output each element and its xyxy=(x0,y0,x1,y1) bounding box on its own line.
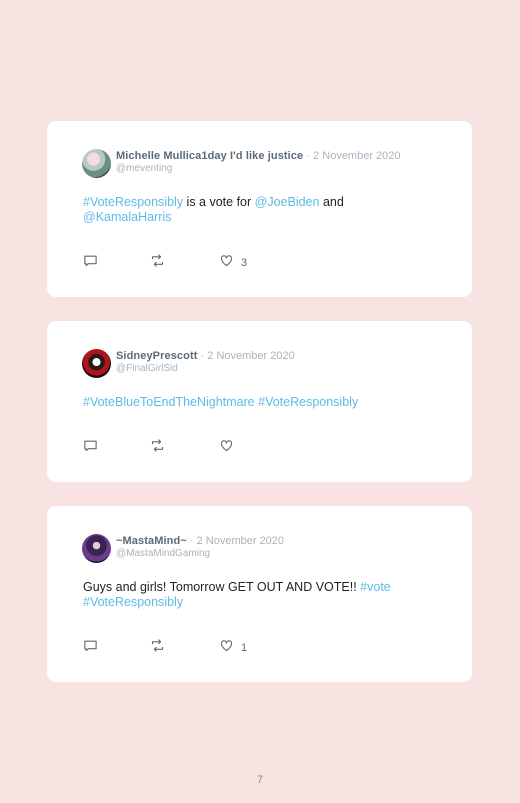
like-count: 3 xyxy=(241,257,248,269)
avatar[interactable] xyxy=(82,349,111,378)
tweet-date[interactable]: 2 November 2020 xyxy=(197,535,284,547)
text-span: Guys and girls! Tomorrow GET OUT AND VOT… xyxy=(83,580,361,594)
author-handle[interactable]: @FinalGirlSid xyxy=(116,363,452,375)
mention-link[interactable]: @KamalaHarris xyxy=(83,210,171,224)
tweet-card: Michelle Mullica1day I'd like justice · … xyxy=(47,121,472,297)
tweet-header: Michelle Mullica1day I'd like justice · … xyxy=(116,150,452,175)
tweet-date[interactable]: 2 November 2020 xyxy=(207,350,294,362)
text-span: is a vote for xyxy=(183,195,255,209)
retweet-icon xyxy=(150,253,165,273)
reply-icon xyxy=(83,438,98,458)
avatar[interactable] xyxy=(82,149,111,178)
tweet-header: SidneyPrescott · 2 November 2020 @FinalG… xyxy=(116,350,452,375)
tweet-text: #VoteBlueToEndTheNightmare #VoteResponsi… xyxy=(83,395,432,410)
retweet-icon xyxy=(150,438,165,458)
reply-button[interactable] xyxy=(83,253,98,273)
page-number: 7 xyxy=(256,774,264,786)
avatar[interactable] xyxy=(82,534,111,563)
author-name[interactable]: Michelle Mullica1day I'd like justice xyxy=(116,150,303,162)
hashtag-link[interactable]: #vote xyxy=(360,580,391,594)
hashtag-link[interactable]: #VoteBlueToEndTheNightmare xyxy=(83,395,255,409)
author-name[interactable]: SidneyPrescott xyxy=(116,350,197,362)
retweet-button[interactable] xyxy=(150,438,165,458)
tweet-text: Guys and girls! Tomorrow GET OUT AND VOT… xyxy=(83,580,432,610)
hashtag-link[interactable]: #VoteResponsibly xyxy=(83,595,183,609)
like-button[interactable]: 3 xyxy=(219,253,247,273)
heart-icon xyxy=(219,438,234,458)
author-handle[interactable]: @MastaMindGaming xyxy=(116,548,452,560)
heart-icon xyxy=(219,638,234,658)
tweet-header: ~MastaMind~ · 2 November 2020 @MastaMind… xyxy=(116,535,452,560)
reply-button[interactable] xyxy=(83,638,98,658)
tweet-text: #VoteResponsibly is a vote for @JoeBiden… xyxy=(83,195,432,225)
author-handle[interactable]: @meventing xyxy=(116,163,452,175)
tweet-card: ~MastaMind~ · 2 November 2020 @MastaMind… xyxy=(47,506,472,682)
tweet-actions xyxy=(83,438,383,454)
reply-icon xyxy=(83,253,98,273)
tweet-card: SidneyPrescott · 2 November 2020 @FinalG… xyxy=(47,321,472,482)
mention-link[interactable]: @JoeBiden xyxy=(255,195,320,209)
separator-dot: · xyxy=(200,350,205,362)
retweet-button[interactable] xyxy=(150,253,165,273)
author-name[interactable]: ~MastaMind~ xyxy=(116,535,187,547)
text-span: and xyxy=(319,195,344,209)
tweet-actions: 3 xyxy=(83,253,383,269)
retweet-icon xyxy=(150,638,165,658)
hashtag-link[interactable]: #VoteResponsibly xyxy=(83,195,183,209)
like-button[interactable]: 1 xyxy=(219,638,247,658)
reply-icon xyxy=(83,638,98,658)
retweet-button[interactable] xyxy=(150,638,165,658)
tweet-date[interactable]: 2 November 2020 xyxy=(313,150,400,162)
reply-button[interactable] xyxy=(83,438,98,458)
hashtag-link[interactable]: #VoteResponsibly xyxy=(258,395,358,409)
tweet-actions: 1 xyxy=(83,638,383,654)
heart-icon xyxy=(219,253,234,273)
separator-dot: · xyxy=(189,535,194,547)
separator-dot: · xyxy=(306,150,311,162)
like-button[interactable] xyxy=(219,438,241,458)
like-count: 1 xyxy=(241,642,248,654)
